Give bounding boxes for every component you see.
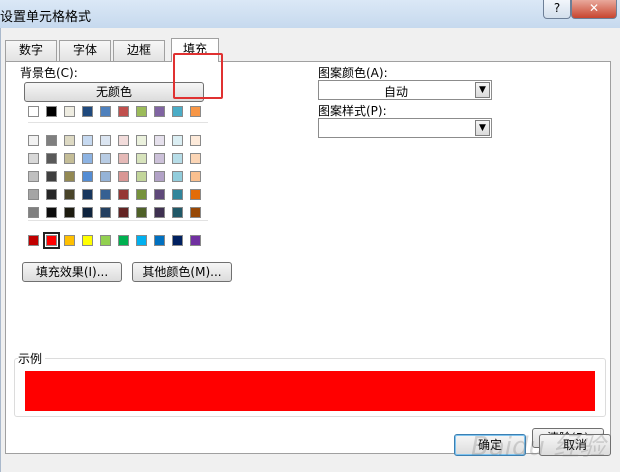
color-swatch[interactable] — [136, 106, 147, 117]
pattern-color-value: 自动 — [383, 85, 408, 99]
color-swatch[interactable] — [154, 153, 165, 164]
color-swatch[interactable] — [46, 171, 57, 182]
color-swatch[interactable] — [118, 135, 129, 146]
pattern-color-select[interactable]: 自动 ▼ — [318, 80, 492, 100]
color-swatch[interactable] — [46, 189, 57, 200]
color-swatch[interactable] — [64, 135, 75, 146]
color-swatch[interactable] — [82, 207, 93, 218]
color-swatch[interactable] — [154, 106, 165, 117]
color-swatch[interactable] — [100, 135, 111, 146]
chevron-down-icon[interactable]: ▼ — [475, 120, 490, 136]
color-swatch[interactable] — [154, 235, 165, 246]
color-swatch[interactable] — [82, 106, 93, 117]
color-swatch[interactable] — [172, 171, 183, 182]
color-swatch[interactable] — [190, 106, 201, 117]
color-swatch[interactable] — [64, 106, 75, 117]
color-swatch[interactable] — [28, 207, 39, 218]
color-swatch[interactable] — [118, 153, 129, 164]
color-swatch[interactable] — [154, 207, 165, 218]
help-button[interactable]: ? — [543, 0, 571, 19]
color-swatch[interactable] — [190, 207, 201, 218]
sample-preview — [25, 371, 595, 411]
color-swatch[interactable] — [46, 106, 57, 117]
color-swatch[interactable] — [43, 232, 60, 249]
color-swatch[interactable] — [172, 153, 183, 164]
color-swatch[interactable] — [190, 171, 201, 182]
color-swatch[interactable] — [64, 235, 75, 246]
pattern-style-select[interactable]: ▼ — [318, 118, 492, 138]
color-swatch[interactable] — [82, 153, 93, 164]
color-swatch[interactable] — [64, 207, 75, 218]
color-swatch[interactable] — [100, 235, 111, 246]
close-button[interactable]: ✕ — [571, 0, 617, 19]
tab-highlight-annotation — [173, 53, 223, 99]
color-swatch[interactable] — [46, 135, 57, 146]
tab-number[interactable]: 数字 — [5, 40, 57, 61]
color-swatch[interactable] — [136, 135, 147, 146]
tab-font[interactable]: 字体 — [59, 40, 111, 61]
pattern-color-label: 图案颜色(A): — [318, 66, 388, 80]
color-swatch[interactable] — [172, 189, 183, 200]
watermark: Baidu 经验 — [471, 432, 606, 462]
color-swatch[interactable] — [64, 171, 75, 182]
color-swatch[interactable] — [28, 235, 39, 246]
color-swatch[interactable] — [28, 171, 39, 182]
color-swatch[interactable] — [118, 235, 129, 246]
color-swatch[interactable] — [136, 207, 147, 218]
chevron-down-icon[interactable]: ▼ — [475, 82, 490, 98]
sample-group — [14, 358, 606, 417]
color-swatch[interactable] — [82, 171, 93, 182]
color-swatch[interactable] — [172, 207, 183, 218]
color-swatch[interactable] — [154, 171, 165, 182]
color-swatch[interactable] — [154, 189, 165, 200]
color-swatch[interactable] — [118, 207, 129, 218]
color-swatch[interactable] — [172, 135, 183, 146]
window-title: 设置单元格格式 — [0, 10, 92, 25]
color-swatch[interactable] — [136, 153, 147, 164]
color-swatch[interactable] — [136, 171, 147, 182]
color-swatch[interactable] — [100, 207, 111, 218]
color-swatch[interactable] — [136, 235, 147, 246]
color-swatch[interactable] — [190, 235, 201, 246]
dialog-body: 数字 字体 边框 填充 背景色(C): 无颜色 填充效果(I)... 其他颜色(… — [0, 28, 620, 472]
color-swatch[interactable] — [28, 106, 39, 117]
color-swatch[interactable] — [100, 189, 111, 200]
color-swatch[interactable] — [100, 171, 111, 182]
color-swatch[interactable] — [28, 189, 39, 200]
fill-effects-button[interactable]: 填充效果(I)... — [22, 262, 122, 282]
color-swatch[interactable] — [100, 153, 111, 164]
color-swatch[interactable] — [64, 189, 75, 200]
color-swatch[interactable] — [172, 235, 183, 246]
color-swatch[interactable] — [190, 135, 201, 146]
color-swatch[interactable] — [118, 171, 129, 182]
color-swatch[interactable] — [82, 189, 93, 200]
color-swatch[interactable] — [28, 135, 39, 146]
pattern-style-label: 图案样式(P): — [318, 104, 387, 118]
sample-label: 示例 — [18, 350, 46, 367]
color-swatch[interactable] — [100, 106, 111, 117]
color-swatch[interactable] — [46, 207, 57, 218]
tab-border[interactable]: 边框 — [113, 40, 165, 61]
color-swatch[interactable] — [136, 189, 147, 200]
color-swatch[interactable] — [46, 153, 57, 164]
color-swatch[interactable] — [64, 153, 75, 164]
color-swatch[interactable] — [190, 153, 201, 164]
more-colors-button[interactable]: 其他颜色(M)... — [132, 262, 232, 282]
background-color-label: 背景色(C): — [20, 66, 78, 80]
color-swatch[interactable] — [154, 135, 165, 146]
color-swatch[interactable] — [190, 189, 201, 200]
title-bar: 设置单元格格式 ? ✕ — [0, 0, 620, 28]
color-swatch[interactable] — [118, 189, 129, 200]
color-swatch[interactable] — [118, 106, 129, 117]
color-swatch[interactable] — [82, 135, 93, 146]
color-swatch[interactable] — [28, 153, 39, 164]
color-swatch[interactable] — [172, 106, 183, 117]
fill-panel: 背景色(C): 无颜色 填充效果(I)... 其他颜色(M)... 图案颜色(A… — [5, 61, 611, 454]
color-swatch[interactable] — [82, 235, 93, 246]
